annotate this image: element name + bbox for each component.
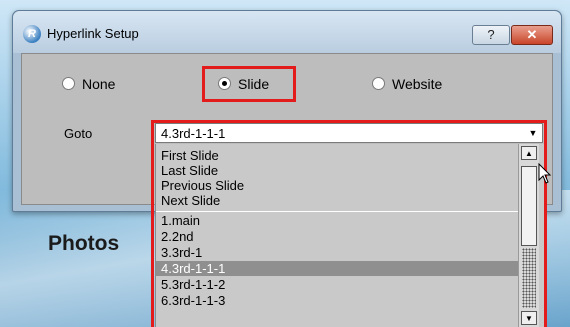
radio-website-label: Website bbox=[392, 76, 443, 92]
dialog-titlebar[interactable]: R Hyperlink Setup ? ✕ bbox=[13, 11, 561, 53]
goto-dropdown-highlight bbox=[151, 120, 547, 327]
dialog-title: Hyperlink Setup bbox=[47, 26, 139, 41]
radio-none[interactable]: None bbox=[62, 76, 115, 92]
app-logo-icon: R bbox=[23, 25, 41, 43]
radio-none-label: None bbox=[82, 76, 116, 92]
goto-label: Goto bbox=[64, 126, 93, 141]
radio-website[interactable]: Website bbox=[372, 76, 442, 92]
slide-option-highlight bbox=[202, 66, 296, 102]
radio-none-indicator[interactable] bbox=[62, 77, 75, 90]
background-photos-label: Photos bbox=[48, 232, 120, 255]
help-button[interactable]: ? bbox=[472, 25, 510, 45]
mouse-cursor-icon bbox=[538, 163, 552, 184]
close-button[interactable]: ✕ bbox=[511, 25, 553, 45]
radio-website-indicator[interactable] bbox=[372, 77, 385, 90]
